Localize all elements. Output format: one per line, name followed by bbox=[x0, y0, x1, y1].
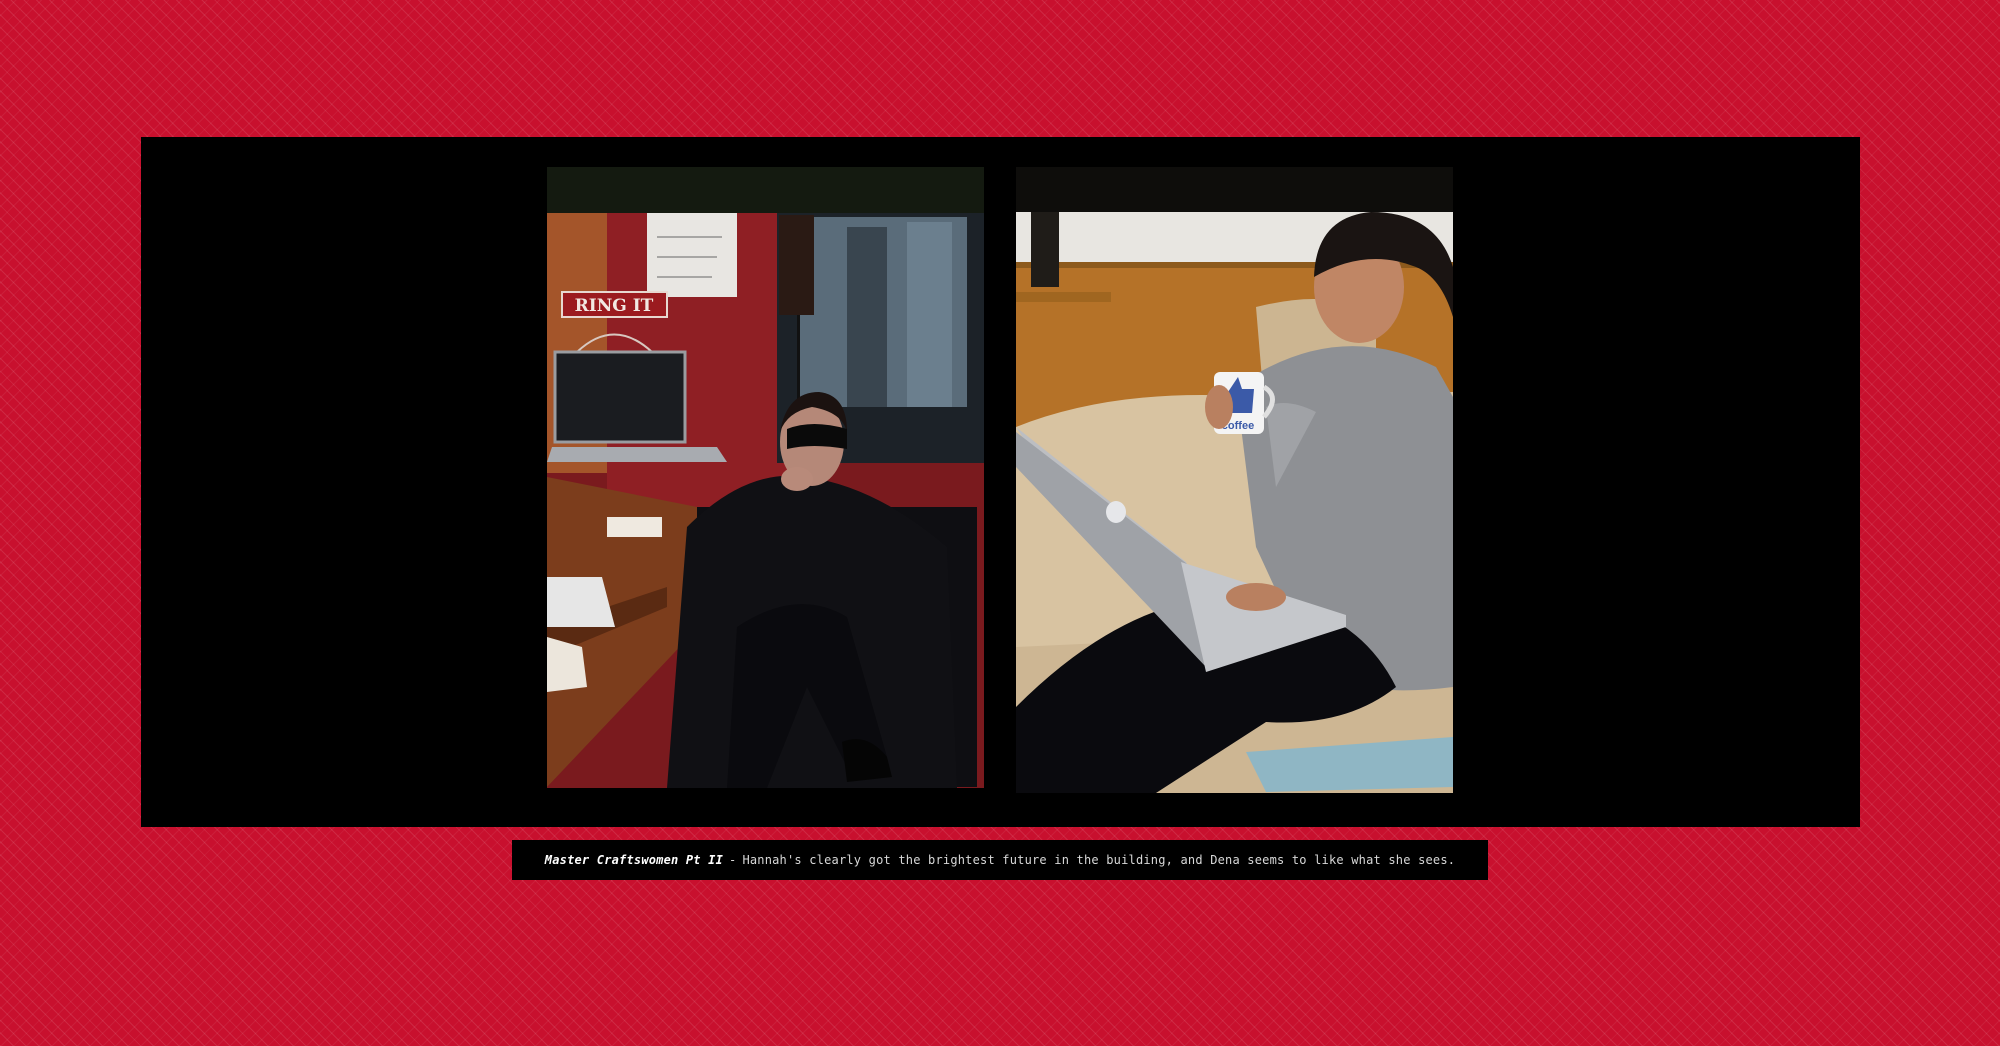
photo-caption: Master Craftswomen Pt II - Hannah's clea… bbox=[512, 840, 1488, 880]
ring-it-sign: RING IT bbox=[575, 296, 654, 316]
photo-dena[interactable]: coffee bbox=[1016, 167, 1453, 793]
gallery-stage: RING IT coffee bbox=[141, 137, 1860, 827]
photo-hannah[interactable]: RING IT bbox=[547, 167, 984, 788]
caption-separator: - bbox=[729, 853, 737, 867]
photo-hannah-image: RING IT bbox=[547, 167, 984, 788]
caption-text: Hannah's clearly got the brightest futur… bbox=[742, 853, 1456, 867]
caption-title: Master Craftswomen Pt II bbox=[544, 853, 723, 867]
photo-dena-image: coffee bbox=[1016, 167, 1453, 793]
